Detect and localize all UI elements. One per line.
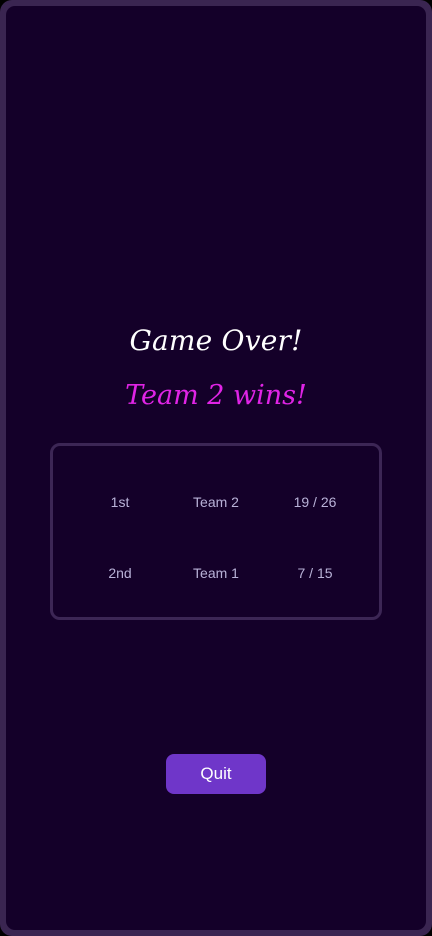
quit-button[interactable]: Quit [166, 754, 266, 794]
team-name: Team 1 [193, 565, 239, 581]
team-score: 19 / 26 [293, 494, 337, 510]
team-score: 7 / 15 [297, 565, 333, 581]
team-name: Team 2 [193, 494, 239, 510]
game-over-title: Game Over! [129, 324, 303, 357]
results-row: 2nd Team 1 7 / 15 [53, 562, 379, 584]
results-table: 1st Team 2 19 / 26 2nd Team 1 7 / 15 [50, 443, 382, 620]
game-over-screen: Game Over! Team 2 wins! 1st Team 2 19 / … [6, 6, 426, 930]
place-label: 2nd [108, 565, 132, 581]
results-row: 1st Team 2 19 / 26 [53, 491, 379, 513]
app-frame: Game Over! Team 2 wins! 1st Team 2 19 / … [0, 0, 432, 936]
winner-announcement: Team 2 wins! [125, 380, 307, 411]
place-label: 1st [110, 494, 130, 510]
